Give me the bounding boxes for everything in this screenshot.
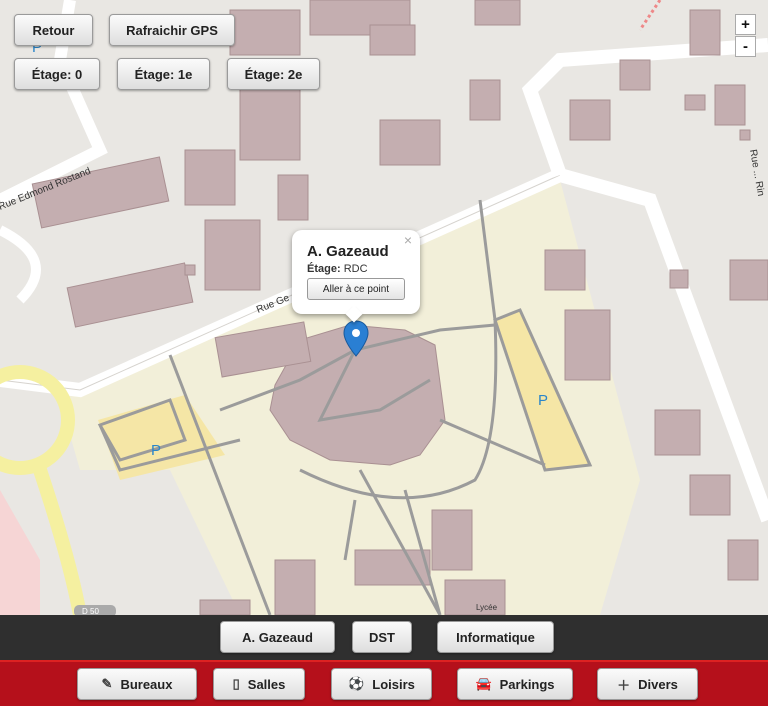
category-label: Loisirs xyxy=(372,676,415,692)
category-loisirs-button[interactable]: ⚽ Loisirs xyxy=(331,668,432,700)
popup-title: A. Gazeaud xyxy=(307,243,389,260)
category-label: Divers xyxy=(638,676,678,692)
category-bureaux-button[interactable]: ✎ Bureaux xyxy=(77,668,197,700)
pencil-icon: ✎ xyxy=(101,676,113,691)
door-icon: ▯ xyxy=(232,676,240,691)
location-marker-icon[interactable] xyxy=(343,320,369,358)
floor-1-button[interactable]: Étage: 1e xyxy=(117,58,210,90)
go-to-point-button[interactable]: Aller à ce point xyxy=(307,278,405,300)
svg-text:P: P xyxy=(151,442,161,459)
categories-bar: ✎ Bureaux ▯ Salles ⚽ Loisirs 🚘 Parkings ＋ Div… xyxy=(0,660,768,706)
category-label: Parkings xyxy=(499,676,555,692)
svg-text:Rue ... Rin: Rue ... Rin xyxy=(747,149,766,197)
building-dst-button[interactable]: DST xyxy=(352,621,412,653)
buildings-bar: A. Gazeaud DST Informatique xyxy=(0,615,768,660)
ball-icon: ⚽ xyxy=(348,676,365,691)
building-gazeaud-button[interactable]: A. Gazeaud xyxy=(220,621,335,653)
category-parkings-button[interactable]: 🚘 Parkings xyxy=(457,668,573,700)
map-view[interactable]: P P P Rue Edmond Rostand Rue Ge Rue ... … xyxy=(0,0,768,615)
parking-label: P xyxy=(538,392,548,409)
plus-icon: ＋ xyxy=(617,677,631,693)
back-button[interactable]: Retour xyxy=(14,14,93,46)
svg-text:D 50: D 50 xyxy=(82,607,99,615)
zoom-in-button[interactable]: + xyxy=(735,14,756,35)
refresh-gps-button[interactable]: Rafraichir GPS xyxy=(109,14,235,46)
floor-2-button[interactable]: Étage: 2e xyxy=(227,58,320,90)
svg-text:Lycée: Lycée xyxy=(476,603,498,612)
popup-floor: Étage: RDC xyxy=(307,263,368,275)
popup-floor-label: Étage: xyxy=(307,263,341,275)
location-popup: × A. Gazeaud Étage: RDC Aller à ce point xyxy=(292,230,420,323)
car-icon: 🚘 xyxy=(475,676,492,691)
category-label: Salles xyxy=(247,676,286,692)
category-divers-button[interactable]: ＋ Divers xyxy=(597,668,698,700)
category-label: Bureaux xyxy=(120,676,173,692)
category-salles-button[interactable]: ▯ Salles xyxy=(213,668,305,700)
floor-0-button[interactable]: Étage: 0 xyxy=(14,58,100,90)
zoom-out-button[interactable]: - xyxy=(735,36,756,57)
popup-floor-value: RDC xyxy=(343,263,368,275)
popup-close-button[interactable]: × xyxy=(404,232,412,248)
building-informatique-button[interactable]: Informatique xyxy=(437,621,554,653)
